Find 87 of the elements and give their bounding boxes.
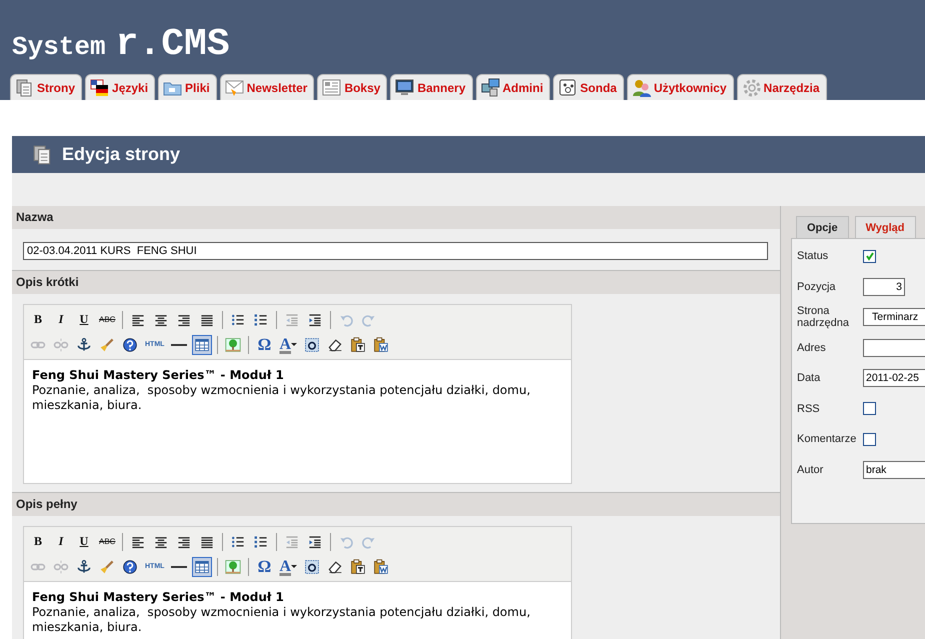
checkbox[interactable] xyxy=(863,432,876,446)
panel-tab[interactable]: Opcje xyxy=(796,216,849,238)
italic-button[interactable]: I xyxy=(51,532,71,552)
charmap-button[interactable]: Ω xyxy=(254,556,274,576)
flag-icon xyxy=(90,78,110,98)
anchor-icon xyxy=(76,336,92,352)
help-icon xyxy=(122,558,138,574)
input-field[interactable]: 2011-02-25 xyxy=(863,369,925,388)
gear-icon xyxy=(742,78,762,98)
field-label: Status xyxy=(797,250,830,262)
rule-icon xyxy=(171,344,188,346)
checkbox[interactable] xyxy=(863,402,876,416)
image-icon xyxy=(225,336,242,352)
highlight-icon xyxy=(304,336,320,352)
nav-tab[interactable]: Sonda xyxy=(553,74,624,100)
field-label: Strona nadrzędna xyxy=(797,305,850,330)
paste-word-icon xyxy=(373,558,390,574)
people-icon xyxy=(632,78,652,98)
editor-heading: Feng Shui Mastery Series™ - Moduł 1 xyxy=(32,368,285,383)
page-title: Edycja strony xyxy=(62,144,180,165)
rule-icon xyxy=(171,566,188,568)
bold-button[interactable]: B xyxy=(28,310,48,330)
editor-paragraph: Poznanie, analiza, sposoby wzmocnienia i wykorzystania potencjału działki, domu, mieszkania, biura. xyxy=(32,605,532,635)
field-label: Data xyxy=(797,372,822,384)
table-button[interactable] xyxy=(192,334,212,354)
strike-button[interactable]: ABC xyxy=(97,532,118,552)
input-field[interactable]: 3 xyxy=(863,278,905,296)
brush-icon xyxy=(99,336,115,352)
input-field[interactable]: brak xyxy=(863,460,925,479)
nav-tab[interactable]: Strony xyxy=(10,74,82,100)
nav-tab[interactable]: Boksy xyxy=(317,74,388,100)
numbered-list-icon xyxy=(253,534,270,550)
nav-tab[interactable]: Admini xyxy=(476,74,550,100)
paste-text-icon xyxy=(350,336,366,352)
nav-tab[interactable]: Bannery xyxy=(390,74,472,100)
nav-tab[interactable]: Użytkownicy xyxy=(626,74,734,100)
underline-button[interactable]: U xyxy=(74,532,94,552)
indent-icon xyxy=(307,534,324,550)
numbered-list-icon xyxy=(253,312,270,328)
envelope-icon xyxy=(224,78,245,98)
field-label: RSS xyxy=(797,402,821,415)
newspaper-icon xyxy=(322,78,342,98)
eraser-icon xyxy=(327,558,344,574)
strike-button[interactable]: ABC xyxy=(97,310,118,330)
field-label: Autor xyxy=(797,464,824,476)
charmap-button[interactable]: Ω xyxy=(254,334,274,354)
input-field[interactable]: 02-03.04.2011 KURS FENG SHUI xyxy=(23,242,768,260)
field-label: Adres xyxy=(797,342,827,354)
table-icon xyxy=(194,336,210,352)
editor-heading: Feng Shui Mastery Series™ - Moduł 1 xyxy=(32,590,285,605)
site-brand: r.CMS xyxy=(116,23,230,66)
nav-tab[interactable]: Pliki xyxy=(158,74,217,100)
outdent-icon xyxy=(284,534,300,550)
table-icon xyxy=(194,558,210,574)
nav-tab[interactable]: Newsletter xyxy=(220,74,314,100)
table-button[interactable] xyxy=(192,556,212,576)
unlink-icon xyxy=(53,336,69,352)
nav-tab[interactable]: Języki xyxy=(85,74,156,100)
caret-icon xyxy=(291,343,298,346)
editor-paragraph: Poznanie, analiza, sposoby wzmocnienia i wykorzystania potencjału działki, domu, mieszkania, biura. xyxy=(32,383,532,413)
outdent-icon xyxy=(284,312,300,328)
bold-button[interactable]: B xyxy=(28,532,48,552)
highlight-icon xyxy=(304,558,320,574)
panel-tab[interactable]: Wygląd xyxy=(854,216,916,238)
site-title: System xyxy=(12,32,106,62)
computers-icon xyxy=(480,78,500,98)
checkbox[interactable] xyxy=(863,250,876,263)
field-label: Pozycja xyxy=(797,280,837,293)
paste-text-icon xyxy=(350,558,366,574)
card-icon xyxy=(558,78,578,98)
help-icon xyxy=(122,336,138,352)
italic-button[interactable]: I xyxy=(51,310,71,330)
indent-icon xyxy=(307,312,324,328)
underline-button[interactable]: U xyxy=(74,310,94,330)
field-label: Komentarze xyxy=(797,433,858,446)
text-color-button[interactable]: A xyxy=(277,556,300,576)
dropdown[interactable]: Terminarz xyxy=(863,308,925,326)
caret-icon xyxy=(291,565,298,568)
anchor-icon xyxy=(76,558,92,574)
brush-icon xyxy=(99,558,115,574)
image-icon xyxy=(225,558,242,574)
eraser-icon xyxy=(327,336,344,352)
paste-word-icon xyxy=(373,336,390,352)
text-color-button[interactable]: A xyxy=(277,334,300,354)
nav-tab[interactable]: Narzędzia xyxy=(736,74,827,100)
monitor-icon xyxy=(395,78,416,98)
unlink-icon xyxy=(53,558,69,574)
